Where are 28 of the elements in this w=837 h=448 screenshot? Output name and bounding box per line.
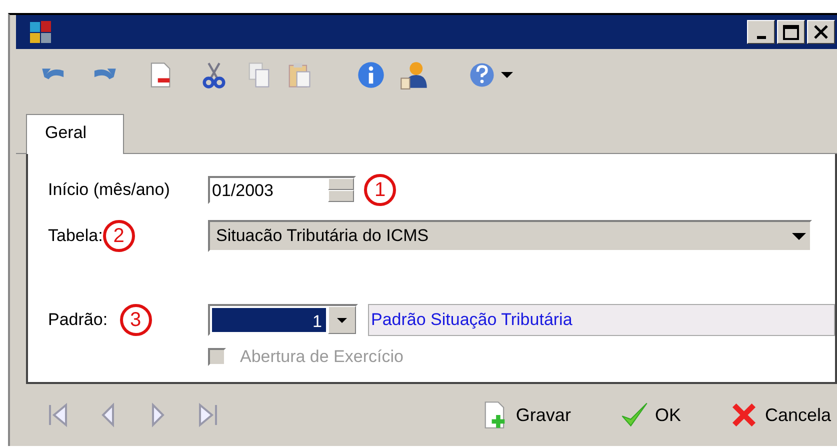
table-dropdown[interactable]: Situacão Tributária do ICMS — [208, 220, 812, 252]
numbered-marker: 1 — [364, 174, 396, 206]
month-year-spinner[interactable]: 01/2003 — [208, 176, 356, 204]
description-field: Padrão Situação Tributária — [368, 304, 835, 336]
caret-icon[interactable] — [501, 72, 513, 78]
caret-icon — [792, 232, 806, 240]
maximize-button[interactable] — [777, 20, 805, 44]
save-button[interactable]: Gravar — [480, 400, 571, 430]
close-icon — [814, 25, 828, 39]
code-dropdown[interactable]: 1 — [208, 304, 358, 336]
info-icon — [356, 60, 386, 90]
caret-icon — [337, 318, 347, 322]
checkbox-label: Abertura de Exercício — [240, 347, 404, 367]
help-icon — [467, 60, 497, 90]
cancel-button[interactable]: Cancela — [728, 400, 831, 430]
minimize-button[interactable] — [747, 20, 775, 44]
minimize-icon — [756, 36, 766, 38]
close-button[interactable] — [807, 20, 835, 44]
numbered-marker: 3 — [120, 304, 152, 336]
app-icon — [30, 21, 52, 43]
maximize-icon — [783, 24, 799, 40]
tab[interactable]: Geral — [26, 114, 124, 154]
field-label: Padrão: — [48, 310, 108, 330]
field-label: Início (mês/ano) — [48, 180, 170, 200]
person-clipboard-icon — [399, 60, 429, 90]
numbered-marker: 2 — [102, 220, 135, 252]
ok-button[interactable]: OK — [618, 400, 681, 430]
field-label: Tabela: — [48, 226, 103, 246]
